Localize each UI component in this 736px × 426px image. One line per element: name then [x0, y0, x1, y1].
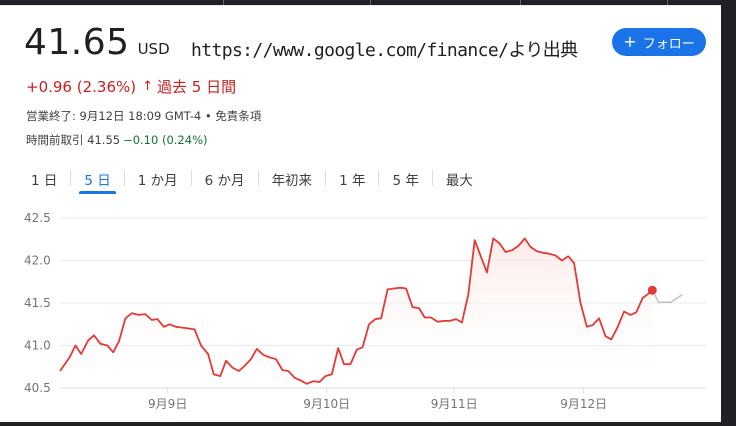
ruler-tick — [370, 0, 371, 5]
current-price-dot — [647, 285, 657, 295]
price-chart[interactable]: 40.5 41.0 41.5 42.0 42.5 9月9日 9月10日 9月11日 9月12日 — [0, 205, 720, 422]
x-tick-label: 9月12日 — [560, 397, 607, 411]
x-tick-label: 9月10日 — [303, 397, 350, 411]
y-tick-label: 41.0 — [24, 339, 51, 353]
x-axis-labels: 9月9日 9月10日 9月11日 9月12日 — [148, 388, 607, 411]
tab-divider — [123, 170, 125, 186]
y-tick-label: 42.5 — [24, 211, 51, 225]
window-top-divider — [0, 5, 736, 6]
y-axis-labels: 40.5 41.0 41.5 42.0 42.5 — [24, 211, 51, 395]
y-tick-label: 40.5 — [24, 381, 51, 395]
source-attribution: https://www.google.com/finance/より出典 — [191, 40, 578, 61]
price-currency: USD — [137, 40, 170, 58]
x-tick-label: 9月9日 — [148, 397, 187, 411]
price-change-period: 過去 5 日間 — [157, 78, 237, 96]
range-tabs: 1 日 5 日 1 か月 6 か月 年初来 1 年 5 年 最大 — [20, 162, 484, 196]
tab-divider — [325, 170, 327, 186]
y-tick-label: 42.0 — [24, 254, 51, 268]
price-change-value: +0.96 (2.36%) — [26, 77, 137, 96]
tab-max[interactable]: 最大 — [435, 162, 484, 196]
after-hours-line — [651, 289, 683, 303]
follow-button[interactable]: + フォロー — [612, 28, 706, 56]
ruler-tick — [520, 0, 521, 5]
tab-1-year[interactable]: 1 年 — [328, 162, 376, 196]
premarket-info: 時間前取引 41.55 −0.10 (0.24%) — [26, 132, 207, 148]
tab-divider — [190, 170, 192, 186]
tab-divider — [257, 170, 259, 186]
premarket-change: −0.10 (0.24%) — [123, 133, 208, 147]
arrow-up-icon: ↑ — [142, 79, 153, 94]
y-tick-label: 41.5 — [24, 296, 51, 310]
market-status: 営業終了: 9月12日 18:09 GMT-4 • 免責条項 — [26, 109, 262, 123]
premarket-label: 時間前取引 41.55 — [26, 133, 121, 147]
tab-1-month[interactable]: 1 か月 — [127, 162, 189, 196]
tab-6-month[interactable]: 6 か月 — [194, 162, 256, 196]
tab-divider — [431, 170, 433, 186]
tab-1-day[interactable]: 1 日 — [20, 162, 68, 196]
tab-5-year[interactable]: 5 年 — [381, 162, 429, 196]
ruler-tick — [667, 0, 668, 5]
window-bottom-border — [0, 422, 736, 426]
window-right-border — [721, 0, 736, 426]
ruler-tick — [223, 0, 224, 5]
plus-icon: + — [623, 32, 637, 51]
tab-divider — [70, 170, 72, 186]
price-block: 41.65 USD — [24, 22, 170, 63]
tab-ytd[interactable]: 年初来 — [261, 162, 324, 196]
price-change: +0.96 (2.36%) ↑ 過去 5 日間 — [26, 76, 236, 97]
price-value: 41.65 — [24, 22, 130, 63]
tab-divider — [378, 170, 380, 186]
follow-button-label: フォロー — [642, 36, 695, 52]
tab-5-day[interactable]: 5 日 — [73, 162, 121, 196]
x-tick-label: 9月11日 — [431, 397, 478, 411]
